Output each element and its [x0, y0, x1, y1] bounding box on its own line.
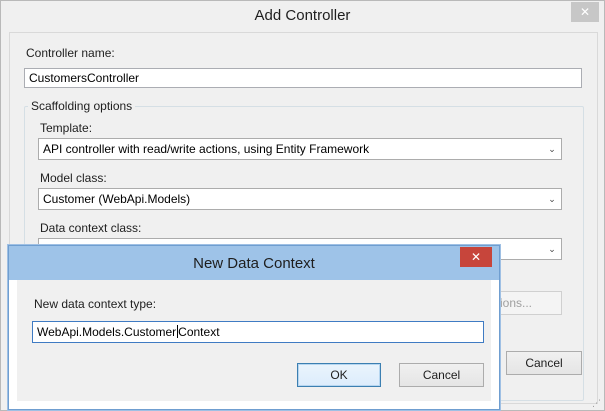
- close-icon[interactable]: ✕: [571, 2, 599, 22]
- template-label: Template:: [40, 121, 93, 135]
- input-text-after-caret: Context: [178, 325, 220, 339]
- input-text-before-caret: WebApi.Models.Customer: [37, 325, 177, 339]
- data-context-type-label: New data context type:: [34, 297, 157, 311]
- advanced-options-label: ions...: [500, 296, 533, 310]
- chevron-down-icon: ⌄: [548, 144, 556, 154]
- model-class-select-value: Customer (WebApi.Models): [43, 192, 191, 206]
- scaffolding-options-label: Scaffolding options: [28, 99, 136, 113]
- controller-name-input[interactable]: CustomersController: [24, 68, 582, 88]
- model-class-label: Model class:: [40, 171, 107, 185]
- new-data-context-body: New data context type: WebApi.Models.Cus…: [17, 280, 491, 401]
- model-class-select[interactable]: Customer (WebApi.Models) ⌄: [38, 188, 562, 210]
- add-controller-title: Add Controller: [254, 7, 351, 24]
- template-select-value: API controller with read/write actions, …: [43, 142, 370, 156]
- chevron-down-icon: ⌄: [548, 244, 556, 254]
- ok-button[interactable]: OK: [297, 363, 381, 387]
- close-icon[interactable]: ✕: [460, 247, 492, 267]
- chevron-down-icon: ⌄: [548, 194, 556, 204]
- new-data-context-dialog: New Data Context ✕ New data context type…: [8, 245, 500, 410]
- controller-name-label: Controller name:: [26, 46, 115, 60]
- add-controller-titlebar[interactable]: Add Controller ✕: [1, 1, 604, 32]
- new-data-context-title: New Data Context: [193, 255, 315, 272]
- resize-grip-icon[interactable]: ⋰: [592, 398, 602, 408]
- template-select[interactable]: API controller with read/write actions, …: [38, 138, 562, 160]
- data-context-label: Data context class:: [40, 221, 142, 235]
- data-context-type-input[interactable]: WebApi.Models.Customer Context: [32, 321, 484, 343]
- new-data-context-titlebar[interactable]: New Data Context ✕: [9, 246, 499, 280]
- new-context-cancel-button[interactable]: Cancel: [399, 363, 484, 387]
- cancel-button[interactable]: Cancel: [506, 351, 582, 375]
